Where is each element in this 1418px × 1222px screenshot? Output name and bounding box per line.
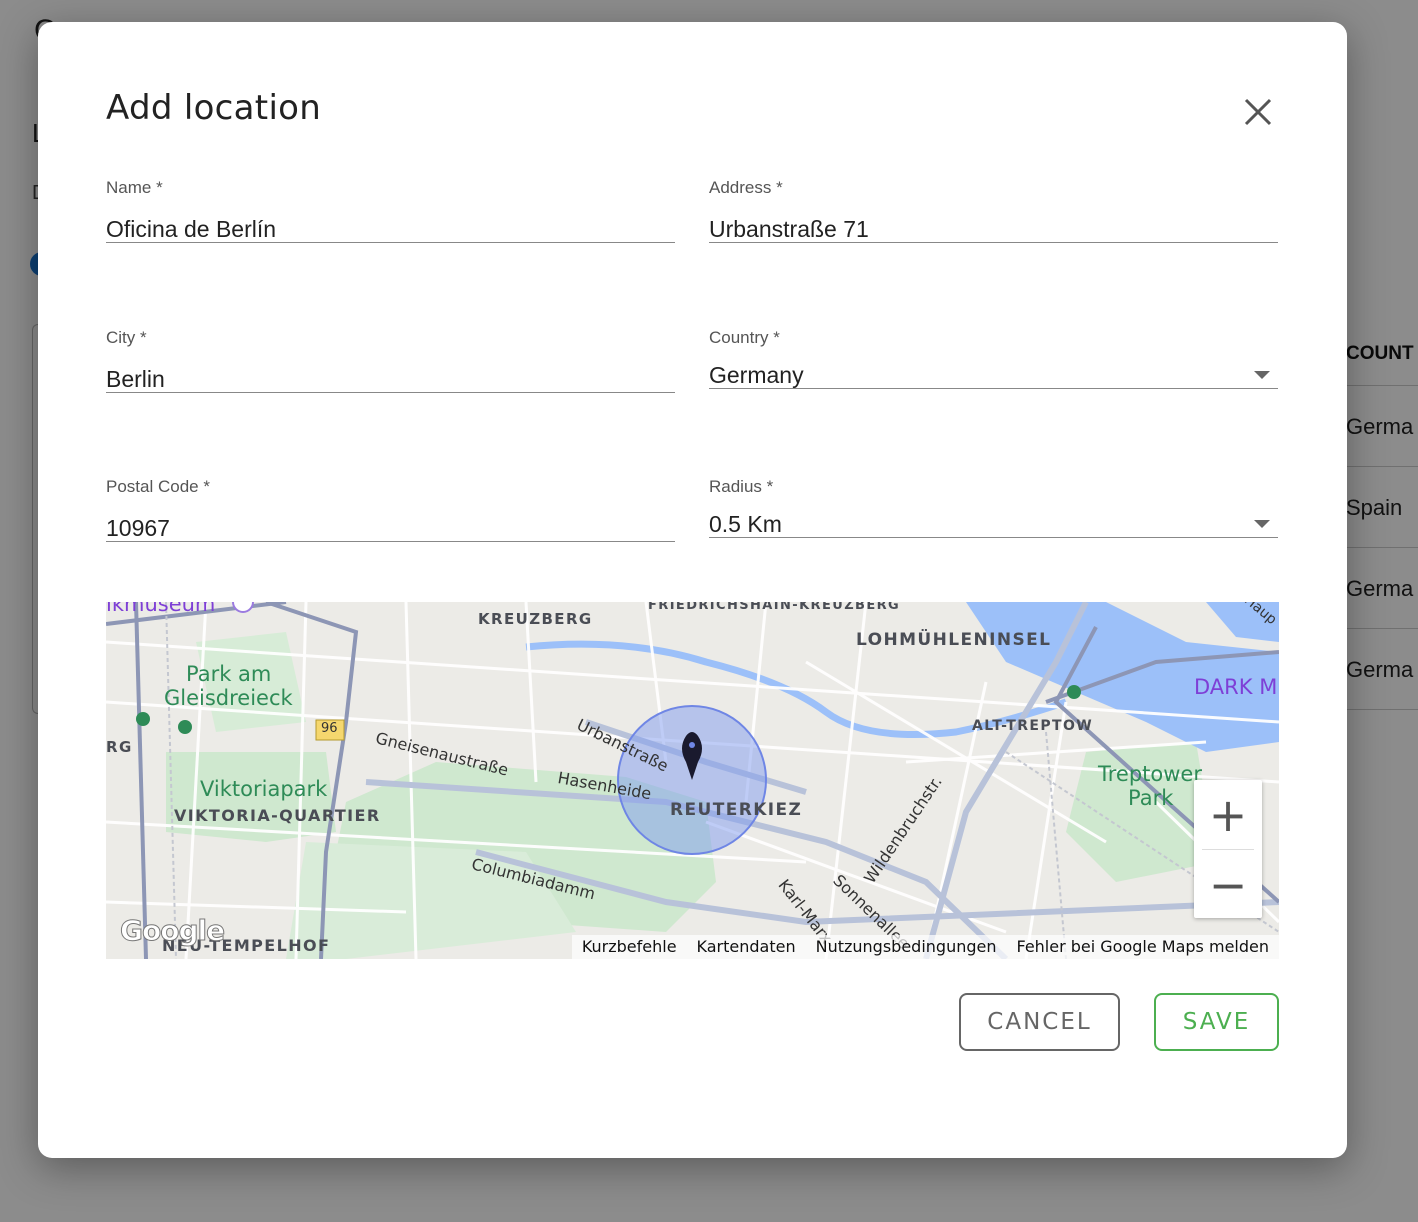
- close-button[interactable]: [1238, 92, 1278, 132]
- address-field: Address * Urbanstraße 71: [709, 177, 1278, 243]
- city-label: City *: [106, 328, 147, 347]
- add-location-dialog: Add location Name * Oficina de Berlín Ad…: [38, 22, 1347, 1158]
- cancel-button[interactable]: CANCEL: [959, 993, 1120, 1051]
- dialog-title: Add location: [106, 88, 322, 128]
- dropdown-arrow-icon: [1254, 520, 1270, 528]
- map-label-rg: RG: [106, 738, 133, 756]
- map-zoom-controls: + −: [1194, 780, 1262, 918]
- map-link-shortcuts[interactable]: Kurzbefehle: [572, 935, 687, 959]
- map-link-report-error[interactable]: Fehler bei Google Maps melden: [1006, 935, 1279, 959]
- name-field: Name * Oficina de Berlín: [106, 177, 675, 243]
- name-label: Name *: [106, 178, 163, 197]
- address-input[interactable]: Urbanstraße 71: [709, 199, 1278, 243]
- map-label-kreuzberg: KREUZBERG: [478, 610, 593, 628]
- map-footer: Kurzbefehle Kartendaten Nutzungsbedingun…: [571, 935, 1279, 959]
- radius-label: Radius *: [709, 477, 774, 496]
- google-logo: Google: [119, 914, 225, 948]
- map-label-park-am: Park am: [186, 662, 272, 686]
- map-label-lohmuehleninsel: LOHMÜHLENINSEL: [856, 630, 1052, 650]
- map-label-alt-treptow: ALT-TREPTOW: [972, 718, 1094, 734]
- map-label-treptower: Treptower: [1098, 762, 1202, 786]
- name-input[interactable]: Oficina de Berlín: [106, 199, 675, 243]
- city-input[interactable]: Berlin: [106, 349, 675, 393]
- map-label-route-96: 96: [321, 721, 338, 736]
- dropdown-arrow-icon: [1254, 371, 1270, 379]
- map-label-dark-matter: DARK M: [1194, 675, 1278, 699]
- zoom-out-button[interactable]: −: [1194, 850, 1262, 919]
- map-label-museum: ikmuseum: [106, 602, 216, 616]
- postal-code-input[interactable]: 10967: [106, 498, 675, 542]
- radius-select[interactable]: 0.5 Km: [709, 498, 1278, 538]
- city-field: City * Berlin: [106, 327, 675, 393]
- map-label-viktoria-quartier: VIKTORIA-QUARTIER: [174, 806, 381, 825]
- radius-selected-value: 0.5 Km: [709, 511, 782, 537]
- country-field: Country * Germany: [709, 327, 1278, 389]
- country-selected-value: Germany: [709, 362, 804, 388]
- zoom-in-button[interactable]: +: [1194, 780, 1262, 849]
- map-label-friedrichshain: FRIEDRICHSHAIN-KREUZBERG: [648, 602, 901, 613]
- postal-code-label: Postal Code *: [106, 477, 210, 496]
- map-label-reuterkiez: REUTERKIEZ: [670, 800, 803, 820]
- postal-code-field: Postal Code * 10967: [106, 476, 675, 542]
- map-label-viktoriapark: Viktoriapark: [200, 777, 328, 801]
- country-label: Country *: [709, 328, 780, 347]
- map-link-terms[interactable]: Nutzungsbedingungen: [806, 935, 1007, 959]
- radius-field: Radius * 0.5 Km: [709, 476, 1278, 538]
- map-label-park: Park: [1128, 786, 1174, 810]
- map-link-map-data[interactable]: Kartendaten: [687, 935, 806, 959]
- save-button[interactable]: SAVE: [1154, 993, 1279, 1051]
- address-label: Address *: [709, 178, 783, 197]
- map-label-gleisdreieck: Gleisdreieck: [164, 686, 293, 710]
- location-map[interactable]: ikmuseum KREUZBERG FRIEDRICHSHAIN-KREUZB…: [106, 602, 1279, 959]
- close-icon: [1244, 98, 1272, 126]
- country-select[interactable]: Germany: [709, 349, 1278, 389]
